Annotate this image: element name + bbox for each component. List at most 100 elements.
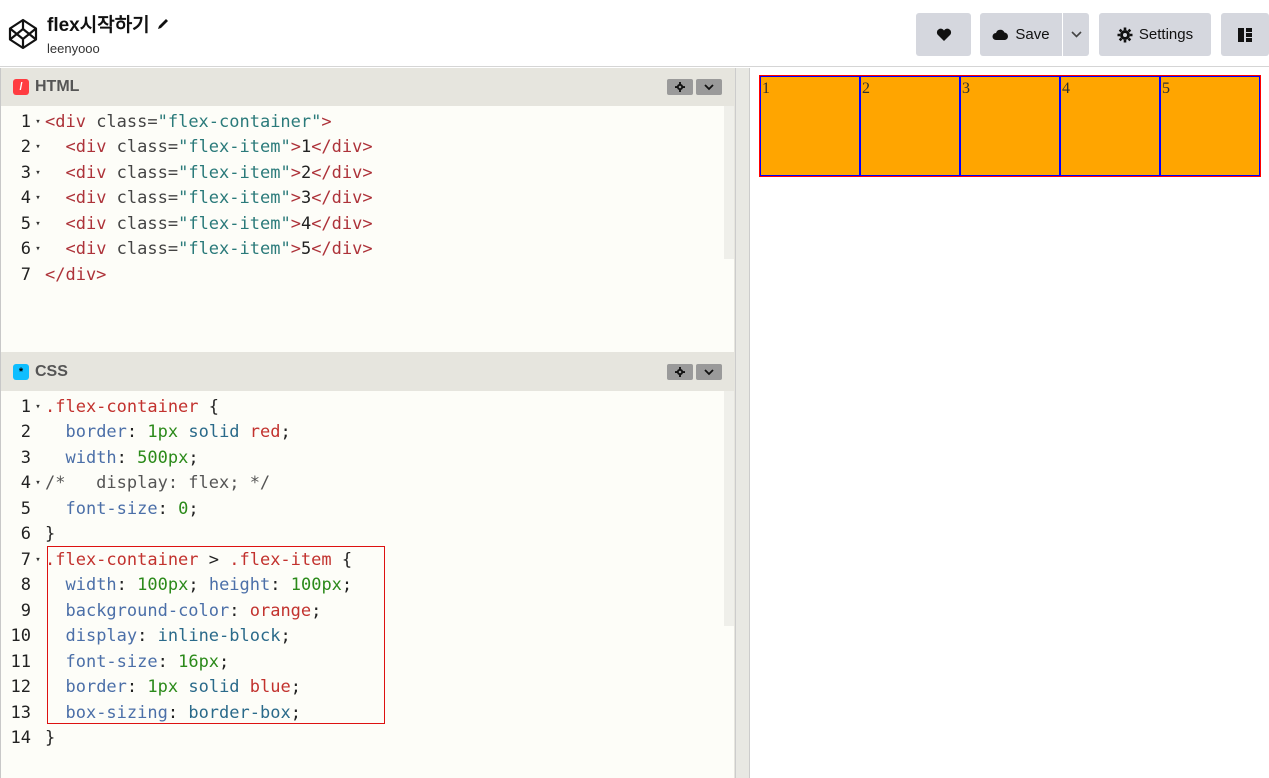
settings-label: Settings [1138,26,1194,43]
css-code-line[interactable]: 2 border: 1px solid red; [1,420,291,445]
html-code-line[interactable]: 6 ▾ <div class="flex-item">5</div> [1,237,373,262]
html-code-line[interactable]: 4 ▾ <div class="flex-item">3</div> [1,186,373,211]
preview-flex-item: 3 [960,76,1060,176]
pen-title-block: flex시작하기 leenyooo [47,10,170,56]
preview-flex-item: 5 [1160,76,1260,176]
code-text: font-size: 0; [65,498,199,519]
line-number: 6 [20,239,31,259]
css-code-line[interactable]: 3 width: 500px; [1,445,199,470]
line-number: 2 [20,422,31,442]
fold-toggle-icon[interactable]: ▾ [31,117,45,127]
layout-icon [1238,27,1252,42]
html-code-line[interactable]: 5 ▾ <div class="flex-item">4</div> [1,211,373,236]
line-number: 4 [20,473,31,493]
gear-icon [675,367,685,377]
line-number: 12 [10,677,31,697]
preview-flex-item: 2 [860,76,960,176]
line-number: 3 [20,447,31,468]
css-settings-button[interactable] [667,364,693,380]
code-text: } [45,728,56,748]
css-code-line[interactable]: 1 ▾ .flex-container { [1,394,219,419]
line-number: 13 [10,702,31,723]
fold-toggle-icon[interactable]: ▾ [31,402,45,412]
gear-icon [675,82,685,92]
line-number: 2 [20,137,31,157]
code-text: <div class="flex-item">1</div> [65,137,373,157]
code-text: } [45,524,56,544]
pen-title-text: flex시작하기 [47,15,150,36]
code-text: <div class="flex-item">5</div> [65,239,373,259]
html-settings-button[interactable] [667,79,693,95]
chevron-down-icon [1070,31,1082,38]
line-number: 1 [20,396,31,417]
annotation-highlight-box [47,546,385,724]
line-number: 3 [20,162,31,183]
html-code-area[interactable]: 1 ▾ <div class="flex-container"> 2 ▾ <div cl… [1,106,734,352]
line-number: 5 [20,498,31,519]
line-number: 7 [20,549,31,570]
line-number: 4 [20,188,31,208]
line-number: 5 [20,213,31,234]
line-number: 1 [20,111,31,132]
love-button[interactable] [916,13,971,56]
editors-column: / HTML 1 ▾ <div class="flex-container"> 2 ▾ … [0,68,736,778]
fold-toggle-icon[interactable]: ▾ [31,193,45,203]
html-code-line[interactable]: 1 ▾ <div class="flex-container"> [1,109,332,134]
css-collapse-button[interactable] [696,364,722,380]
save-button[interactable]: Save [980,13,1062,56]
heart-icon [936,28,951,41]
html-badge-icon: / [13,79,29,95]
preview-flex-item: 1 [760,76,860,176]
fold-toggle-icon[interactable]: ▾ [31,142,45,152]
fold-toggle-icon[interactable]: ▾ [31,219,45,229]
change-view-button[interactable] [1221,13,1269,56]
line-number: 8 [20,575,31,595]
code-text: /* display: flex; */ [45,473,271,493]
save-label: Save [1015,26,1050,43]
html-scrollbar[interactable] [724,106,734,259]
code-text: <div class="flex-item">4</div> [65,213,373,234]
css-code-line[interactable]: 6} [1,522,56,547]
line-number: 7 [20,264,31,285]
html-editor-tools [667,79,722,95]
line-number: 6 [20,524,31,544]
editor-preview-resizer[interactable] [735,68,750,778]
html-code-line[interactable]: 7 </div> [1,262,107,287]
pen-owner[interactable]: leenyooo [47,41,170,56]
fold-toggle-icon[interactable]: ▾ [31,555,45,565]
code-text: border: 1px solid red; [65,422,291,442]
html-editor-tab[interactable]: / HTML [1,68,92,106]
cloud-icon [992,29,1009,40]
html-collapse-button[interactable] [696,79,722,95]
line-number: 11 [10,651,31,672]
settings-button[interactable]: Settings [1099,13,1211,56]
css-editor-tools [667,364,722,380]
css-code-line[interactable]: 5 font-size: 0; [1,496,199,521]
html-code-line[interactable]: 2 ▾ <div class="flex-item">1</div> [1,135,373,160]
css-code-line[interactable]: 14} [1,726,56,751]
html-code-line[interactable]: 3 ▾ <div class="flex-item">2</div> [1,160,373,185]
fold-toggle-icon[interactable]: ▾ [31,168,45,178]
save-dropdown-button[interactable] [1063,13,1089,56]
code-text: <div class="flex-container"> [45,111,332,132]
css-tab-label: CSS [35,363,68,380]
top-bar: flex시작하기 leenyooo Save Settings [0,0,1269,67]
fold-toggle-icon[interactable]: ▾ [31,244,45,254]
code-text: width: 500px; [65,447,199,468]
css-editor-tab[interactable]: * CSS [1,353,80,391]
code-text: .flex-container { [45,396,220,417]
html-editor-header: / HTML [1,68,736,106]
preview-flex-item: 4 [1060,76,1160,176]
preview-flex-container: 12345 [759,75,1261,177]
pen-title[interactable]: flex시작하기 [47,10,170,37]
codepen-logo-icon[interactable] [7,17,39,51]
code-text: <div class="flex-item">3</div> [65,188,373,208]
chevron-down-icon [704,368,714,375]
css-code-line[interactable]: 4 ▾/* display: flex; */ [1,471,270,496]
css-badge-icon: * [13,364,29,380]
line-number: 10 [10,626,31,646]
css-scrollbar[interactable] [724,391,734,626]
pencil-icon[interactable] [156,17,170,31]
fold-toggle-icon[interactable]: ▾ [31,478,45,488]
chevron-down-icon [704,83,714,90]
